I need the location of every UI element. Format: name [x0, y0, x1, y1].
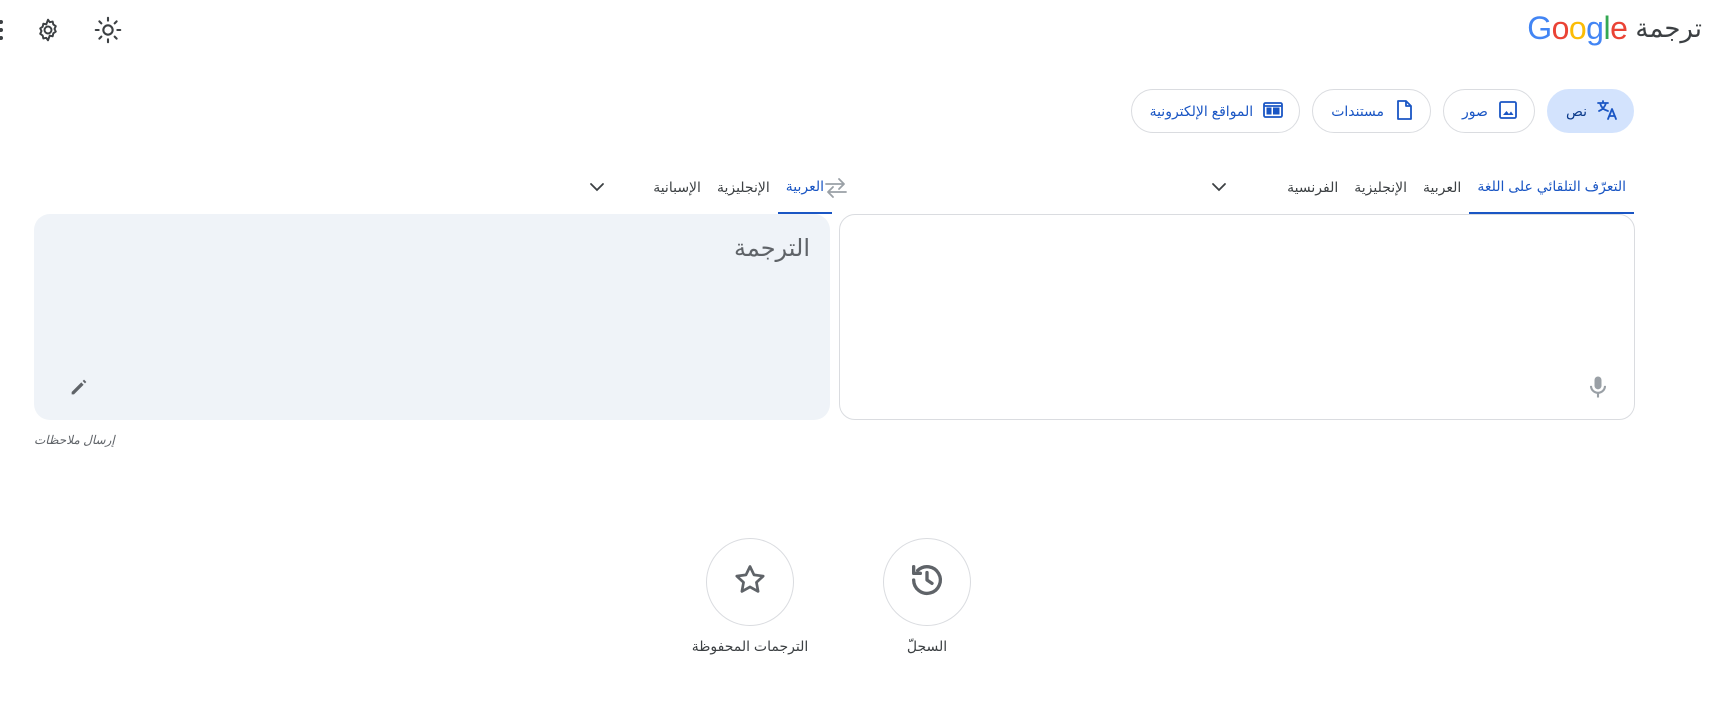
google-logo: Google: [1527, 10, 1628, 46]
target-lang-arabic[interactable]: العربية: [777, 160, 832, 214]
history-button[interactable]: [883, 538, 971, 626]
mode-websites-button[interactable]: المواقع الإلكترونية: [1130, 89, 1301, 133]
source-text-input[interactable]: [910, 233, 1614, 357]
mode-images-button[interactable]: صور: [1443, 89, 1535, 133]
mode-label: صور: [1462, 102, 1488, 119]
source-lang-detect[interactable]: التعرّف التلقائي على اللغة: [1469, 160, 1634, 214]
history-icon: [907, 560, 947, 605]
translation-placeholder: الترجمة: [733, 235, 810, 262]
mode-chips: نص صور مستندات المواقع الإلكترونية: [1130, 89, 1634, 133]
saved-button[interactable]: [706, 538, 794, 626]
settings-gear-icon[interactable]: [30, 12, 66, 48]
history-shortcut[interactable]: السجلّ: [857, 538, 997, 655]
saved-label: الترجمات المحفوظة: [691, 638, 809, 654]
source-lang-arabic[interactable]: العربية: [1415, 160, 1469, 214]
source-lang-english[interactable]: الإنجليزية: [1346, 160, 1415, 214]
target-lang-english[interactable]: الإنجليزية: [709, 160, 778, 214]
mode-label: مستندات: [1331, 102, 1385, 119]
mode-label: نص: [1565, 102, 1587, 119]
more-vert-icon[interactable]: [0, 12, 6, 48]
source-lang-french[interactable]: الفرنسية: [1279, 160, 1346, 214]
document-icon: [1392, 98, 1416, 125]
history-label: السجلّ: [906, 638, 948, 654]
microphone-icon[interactable]: [1584, 373, 1612, 401]
target-language-bar: العربية الإنجليزية الإسبانية: [577, 160, 832, 214]
translate-icon: [1595, 98, 1619, 125]
target-lang-more-chevron-down-icon[interactable]: [577, 167, 617, 207]
pencil-edit-icon[interactable]: [68, 376, 92, 400]
target-lang-spanish[interactable]: الإسبانية: [645, 160, 709, 214]
mode-text-button[interactable]: نص: [1546, 89, 1634, 133]
target-text-panel: الترجمة: [34, 214, 830, 420]
send-feedback-link[interactable]: إرسال ملاحظات: [34, 433, 115, 447]
image-icon: [1496, 98, 1520, 125]
source-lang-more-chevron-down-icon[interactable]: [1199, 167, 1239, 207]
source-language-bar: التعرّف التلقائي على اللغة العربية الإنج…: [1199, 160, 1634, 214]
sun-icon[interactable]: [90, 12, 126, 48]
brand[interactable]: ترجمة Google: [1527, 10, 1702, 47]
mode-label: المواقع الإلكترونية: [1149, 102, 1254, 119]
mode-documents-button[interactable]: مستندات: [1312, 89, 1432, 133]
star-icon: [732, 562, 768, 603]
website-icon: [1261, 98, 1285, 125]
saved-shortcut[interactable]: الترجمات المحفوظة: [680, 538, 820, 655]
translate-page: ترجمة Google نص صور مستندات المواقع الإل…: [0, 0, 1712, 725]
source-text-panel: [839, 214, 1635, 420]
product-name: ترجمة: [1635, 13, 1702, 43]
